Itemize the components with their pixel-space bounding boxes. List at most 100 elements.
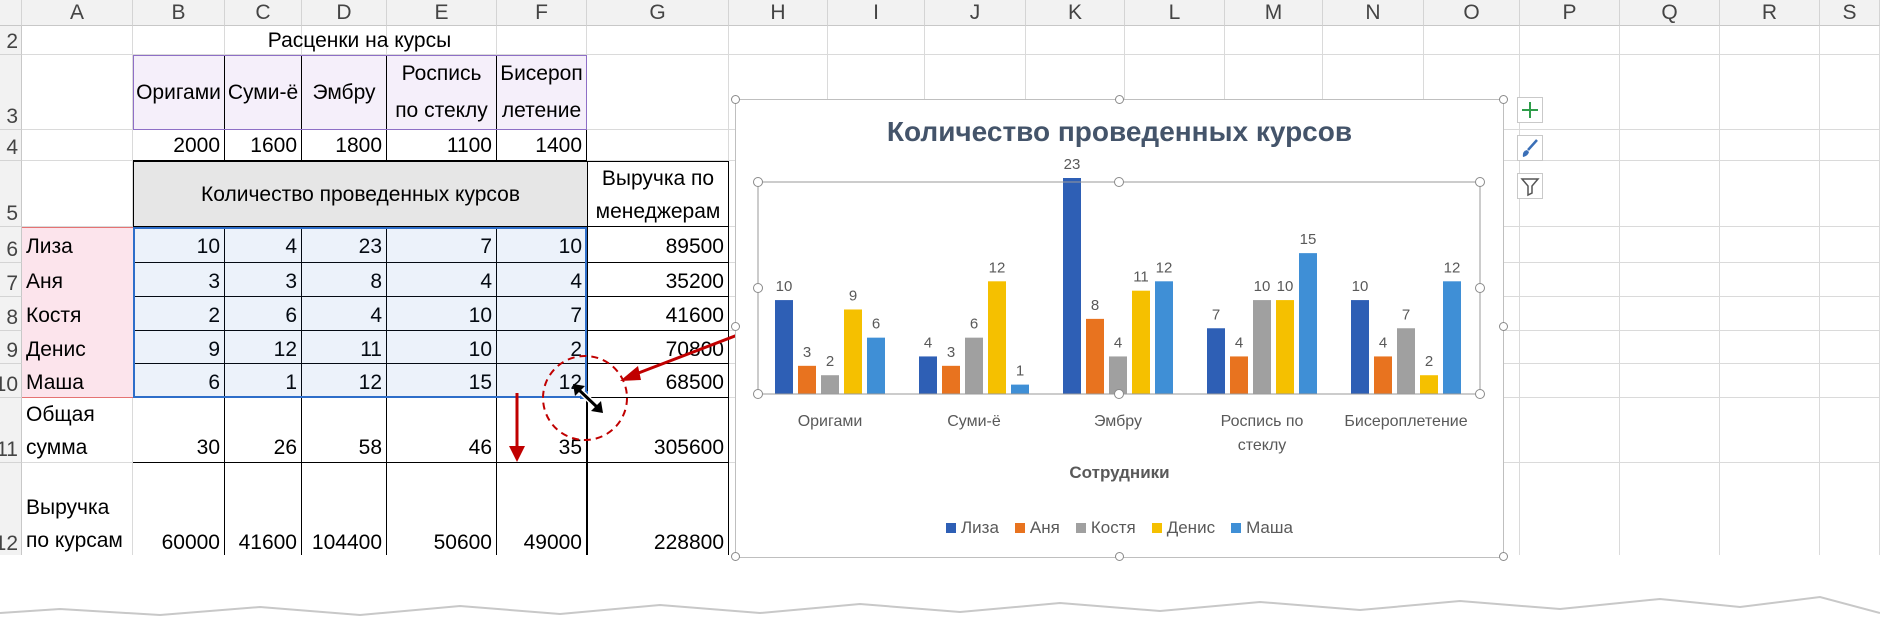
row-header-8[interactable]: 8: [0, 297, 22, 331]
total-label[interactable]: Общая сумма: [22, 398, 133, 463]
column-header-A[interactable]: A: [22, 0, 133, 26]
chart-resize-handle[interactable]: [1499, 552, 1508, 561]
chart-resize-handle[interactable]: [731, 552, 740, 561]
bar-Лиза-Оригами[interactable]: [775, 300, 793, 394]
row-header-10[interactable]: 10: [0, 364, 22, 398]
legend-item-Денис[interactable]: Денис: [1151, 518, 1215, 538]
chart-elements-button[interactable]: [1517, 97, 1543, 123]
chart-resize-handle[interactable]: [731, 95, 740, 104]
legend-item-Аня[interactable]: Аня: [1014, 518, 1060, 538]
chart-container[interactable]: Количество проведенных курсов 10 3 2 9 6 Ориг…: [731, 95, 1508, 561]
course-revenue-total[interactable]: 228800: [587, 463, 729, 557]
revenue-header[interactable]: Выручка по менеджерам: [587, 161, 729, 227]
column-header-G[interactable]: G: [587, 0, 729, 26]
plot-area-handle[interactable]: [1114, 389, 1124, 399]
column-header-I[interactable]: I: [828, 0, 925, 26]
bar-Аня-Бисероплетение[interactable]: [1374, 356, 1392, 394]
bar-Костя-Бисероплетение[interactable]: [1397, 328, 1415, 394]
course-revenue-cell[interactable]: 104400: [302, 463, 387, 557]
legend-item-Лиза[interactable]: Лиза: [946, 518, 999, 538]
manager-revenue[interactable]: 35200: [587, 263, 729, 297]
column-header-L[interactable]: L: [1125, 0, 1225, 26]
column-header-D[interactable]: D: [302, 0, 387, 26]
bar-Лиза-Бисероплетение[interactable]: [1351, 300, 1369, 394]
row-header-3[interactable]: 3: [0, 55, 22, 130]
bar-Маша-Оригами[interactable]: [867, 337, 885, 394]
chart-filters-button[interactable]: [1517, 173, 1543, 199]
column-header-J[interactable]: J: [925, 0, 1026, 26]
column-header-B[interactable]: B: [133, 0, 225, 26]
bar-Денис-Бисероплетение[interactable]: [1420, 375, 1438, 394]
row-header-9[interactable]: 9: [0, 331, 22, 364]
manager-revenue[interactable]: 89500: [587, 227, 729, 263]
selection-handle[interactable]: [580, 391, 588, 399]
bar-Костя-Эмбру[interactable]: [1109, 356, 1127, 394]
bar-Костя-Роспись по стеклу[interactable]: [1253, 300, 1271, 394]
bar-Маша-Суми-ё[interactable]: [1011, 384, 1029, 394]
column-header-R[interactable]: R: [1720, 0, 1820, 26]
bar-Лиза-Суми-ё[interactable]: [919, 356, 937, 394]
row-header-5[interactable]: 5: [0, 161, 22, 227]
column-header-N[interactable]: N: [1323, 0, 1424, 26]
chart-plot[interactable]: 103296Оригами436121Суми-ё23841112Эмбру74…: [736, 100, 1503, 557]
legend-item-Костя[interactable]: Костя: [1075, 518, 1136, 538]
bar-Маша-Роспись по стеклу[interactable]: [1299, 253, 1317, 394]
column-header-S[interactable]: S: [1820, 0, 1880, 26]
row-header-11[interactable]: 11: [0, 398, 22, 463]
column-header-H[interactable]: H: [729, 0, 828, 26]
plot-area-handle[interactable]: [753, 177, 763, 187]
plot-area-handle[interactable]: [1475, 389, 1485, 399]
bar-Лиза-Роспись по стеклу[interactable]: [1207, 328, 1225, 394]
select-all-corner[interactable]: [0, 0, 22, 26]
price-cell[interactable]: 1100: [387, 130, 497, 161]
chart-resize-handle[interactable]: [1115, 552, 1124, 561]
course-revenue-cell[interactable]: 41600: [225, 463, 302, 557]
row-header-6[interactable]: 6: [0, 227, 22, 263]
course-revenue-label[interactable]: Выручка по курсам: [22, 463, 133, 557]
total-cell[interactable]: 26: [225, 398, 302, 463]
manager-revenue[interactable]: 68500: [587, 364, 729, 398]
chart-resize-handle[interactable]: [1499, 322, 1508, 331]
chart-xlabel[interactable]: Сотрудники: [736, 463, 1503, 483]
column-header-O[interactable]: O: [1424, 0, 1520, 26]
row-header-2[interactable]: 2: [0, 26, 22, 55]
bar-Аня-Роспись по стеклу[interactable]: [1230, 356, 1248, 394]
total-cell[interactable]: 30: [133, 398, 225, 463]
total-cell[interactable]: 58: [302, 398, 387, 463]
plot-area-handle[interactable]: [1114, 177, 1124, 187]
bar-Денис-Роспись по стеклу[interactable]: [1276, 300, 1294, 394]
row-header-4[interactable]: 4: [0, 130, 22, 161]
column-header-E[interactable]: E: [387, 0, 497, 26]
prices-title[interactable]: Расценки на курсы: [133, 26, 586, 53]
bar-Маша-Эмбру[interactable]: [1155, 281, 1173, 394]
column-header-M[interactable]: M: [1225, 0, 1323, 26]
bar-Аня-Оригами[interactable]: [798, 365, 816, 394]
bar-Костя-Суми-ё[interactable]: [965, 337, 983, 394]
bar-Денис-Суми-ё[interactable]: [988, 281, 1006, 394]
manager-revenue[interactable]: 70800: [587, 331, 729, 364]
selection-range[interactable]: [133, 227, 587, 398]
plot-area-handle[interactable]: [753, 389, 763, 399]
course-revenue-cell[interactable]: 60000: [133, 463, 225, 557]
total-cell[interactable]: 35: [497, 398, 587, 463]
bar-Маша-Бисероплетение[interactable]: [1443, 281, 1461, 394]
legend-item-Маша[interactable]: Маша: [1231, 518, 1293, 538]
bar-Денис-Оригами[interactable]: [844, 309, 862, 394]
total-cell[interactable]: 46: [387, 398, 497, 463]
course-revenue-cell[interactable]: 50600: [387, 463, 497, 557]
manager-revenue[interactable]: 41600: [587, 297, 729, 331]
bar-Костя-Оригами[interactable]: [821, 375, 839, 394]
row-header-7[interactable]: 7: [0, 263, 22, 297]
plot-area-handle[interactable]: [1475, 283, 1485, 293]
chart-legend[interactable]: Лиза Аня Костя Денис Маша: [736, 518, 1503, 538]
count-header[interactable]: Количество проведенных курсов: [133, 161, 587, 227]
bar-Лиза-Эмбру[interactable]: [1063, 178, 1081, 394]
column-header-P[interactable]: P: [1520, 0, 1620, 26]
price-cell[interactable]: 1800: [302, 130, 387, 161]
column-header-K[interactable]: K: [1026, 0, 1125, 26]
price-cell[interactable]: 1400: [497, 130, 587, 161]
chart-resize-handle[interactable]: [731, 322, 740, 331]
column-header-F[interactable]: F: [497, 0, 587, 26]
price-cell[interactable]: 1600: [225, 130, 302, 161]
course-revenue-cell[interactable]: 49000: [497, 463, 587, 557]
